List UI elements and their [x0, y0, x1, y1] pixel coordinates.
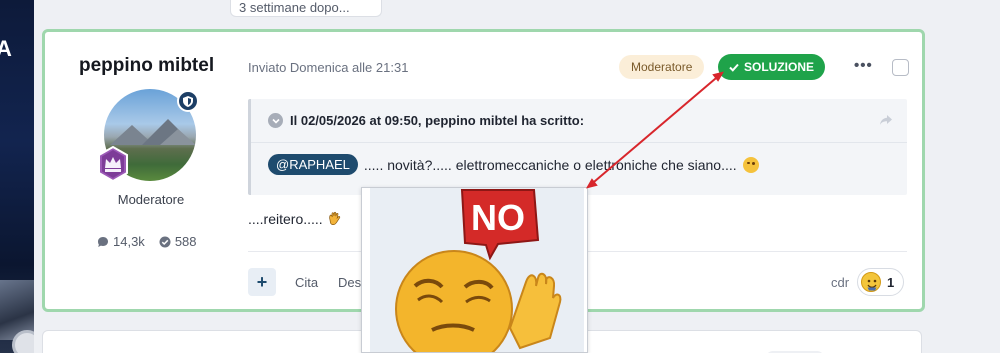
wink-emoji-icon [742, 156, 759, 173]
no-sticker-image: NO [361, 187, 588, 353]
more-options-icon[interactable]: ••• [854, 57, 873, 74]
multiquote-button[interactable]: + [248, 268, 276, 296]
quote-block: Il 02/05/2026 at 09:50, peppino mibtel h… [248, 99, 907, 195]
quote-citation: Il 02/05/2026 at 09:50, peppino mibtel h… [290, 113, 585, 128]
author-role: Moderatore [117, 192, 185, 207]
waving-hand-icon [328, 211, 340, 225]
quote-text: ..... novità?..... elettromeccaniche o e… [363, 156, 737, 173]
author-name[interactable]: peppino mibtel [79, 55, 214, 77]
comment-count-value: 14,3k [113, 234, 145, 249]
quote-header: Il 02/05/2026 at 09:50, peppino mibtel h… [251, 99, 907, 143]
share-arrow-icon[interactable] [879, 113, 893, 131]
select-post-checkbox[interactable] [892, 59, 909, 76]
no-sticker-text: NO [471, 197, 525, 238]
quote-button[interactable]: Cita [295, 275, 318, 290]
chevron-down-icon[interactable] [268, 113, 283, 128]
no-sticker-backdrop: NO [370, 188, 584, 352]
no-sticker-graphic: NO [395, 189, 562, 352]
solution-count-value: 588 [174, 234, 197, 249]
reactor-name[interactable]: cdr [831, 275, 849, 290]
solution-badge: SOLUZIONE [718, 54, 826, 80]
author-stats: 14,3k 588 [97, 234, 197, 249]
comment-icon [98, 236, 108, 247]
check-circle-icon [159, 236, 171, 247]
solution-label: SOLUZIONE [744, 60, 815, 74]
reaction-face-icon [861, 272, 881, 292]
mention-tag[interactable]: @RAPHAEL [268, 154, 358, 175]
previous-post-tail: 3 settimane dopo... [230, 0, 382, 17]
author-panel: peppino mibtel Moderatore 14,3k 588 [45, 32, 245, 309]
reply-text: ....reitero..... [248, 211, 342, 227]
reaction-count: 1 [887, 274, 895, 290]
background-glyph: A [0, 36, 12, 61]
shield-icon [177, 90, 199, 112]
quote-body: @RAPHAEL ..... novità?..... elettromecca… [268, 154, 759, 175]
role-badge: Moderatore [619, 55, 705, 79]
reply-text-value: ....reitero..... [248, 211, 323, 227]
check-icon [729, 63, 739, 72]
crown-icon [95, 145, 131, 183]
comment-count: 14,3k [97, 234, 145, 249]
left-background-strip: A [0, 0, 34, 353]
post-date[interactable]: Inviato Domenica alle 21:31 [248, 60, 408, 75]
solution-count: 588 [159, 234, 197, 249]
reaction-summary[interactable]: 1 [857, 268, 905, 296]
overflow-action-link[interactable]: Des [338, 275, 361, 290]
